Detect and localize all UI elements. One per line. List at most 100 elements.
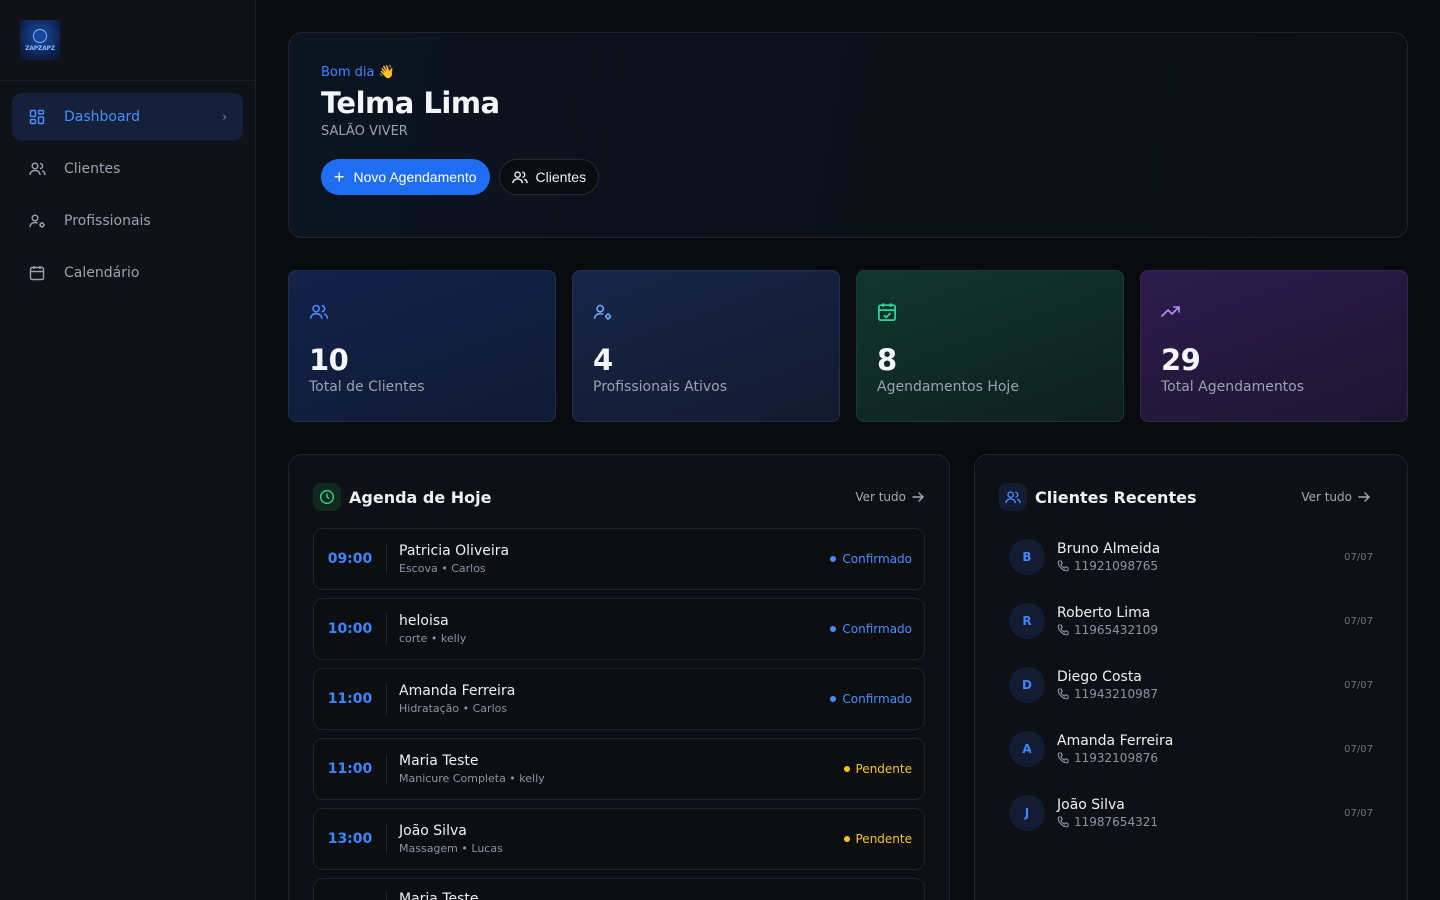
sidebar-item-dashboard[interactable]: Dashboard › (12, 93, 243, 141)
appointment-row[interactable]: 10:00 heloisa corte • kelly Confirmado (313, 598, 925, 660)
client-date: 07/07 (1344, 551, 1373, 563)
appointment-time (314, 891, 387, 900)
stat-card-total-agendamentos[interactable]: 29 Total Agendamentos (1140, 270, 1408, 422)
sidebar-nav: Dashboard › Clientes Profissionais Calen… (0, 81, 255, 313)
appointment-client: João Silva (399, 823, 467, 839)
recent-clients-title: Clientes Recentes (1035, 487, 1197, 507)
client-name: Diego Costa (1057, 669, 1142, 685)
appointment-time: 11:00 (314, 754, 387, 784)
avatar: D (1009, 667, 1045, 703)
clients-button-label: Clientes (535, 169, 587, 185)
phone-icon (1057, 752, 1069, 764)
see-all-label: Ver tudo (855, 490, 906, 504)
stat-value: 29 (1161, 343, 1201, 377)
appointment-row[interactable]: 09:00 Patricia Oliveira Escova • Carlos C… (313, 528, 925, 590)
agenda-header: Agenda de Hoje Ver tudo (313, 483, 925, 511)
stat-card-total-clientes[interactable]: 10 Total de Clientes (288, 270, 556, 422)
sidebar: ZAPZAPZ Dashboard › Clientes Profissiona… (0, 0, 256, 900)
status-badge: Confirmado (830, 552, 912, 566)
appointment-client: Maria Teste (399, 891, 479, 900)
users-icon (309, 301, 535, 323)
appointment-details: Escova • Carlos (399, 562, 486, 575)
sidebar-item-label: Clientes (64, 161, 121, 177)
stat-value: 10 (309, 343, 349, 377)
salon-name: SALÃO VIVER (321, 124, 408, 139)
appointment-client: Maria Teste (399, 753, 479, 769)
sidebar-item-profissionais[interactable]: Profissionais (12, 197, 243, 245)
stat-label: Total de Clientes (309, 379, 425, 395)
client-date: 07/07 (1344, 807, 1373, 819)
recent-clients-panel: Clientes Recentes Ver tudo B Bruno Almei… (974, 454, 1408, 900)
avatar: A (1009, 731, 1045, 767)
list-item[interactable]: J João Silva 11987654321 07/07 (999, 781, 1383, 845)
avatar: R (1009, 603, 1045, 639)
logo-text: ZAPZAPZ (25, 44, 55, 52)
client-list: B Bruno Almeida 11921098765 07/07 R Robe… (999, 525, 1383, 845)
sidebar-item-label: Calendário (64, 265, 140, 281)
list-item[interactable]: D Diego Costa 11943210987 07/07 (999, 653, 1383, 717)
sidebar-item-calendario[interactable]: Calendário (12, 249, 243, 297)
phone-icon (1057, 688, 1069, 700)
agenda-title: Agenda de Hoje (349, 487, 492, 507)
appointment-row[interactable]: Maria Teste (313, 878, 925, 900)
stat-value: 8 (877, 343, 897, 377)
appointment-row[interactable]: 11:00 Amanda Ferreira Hidratação • Carlos… (313, 668, 925, 730)
greeting: Bom dia 👋 (321, 65, 395, 80)
appointment-client: Patricia Oliveira (399, 543, 510, 559)
stat-card-profissionais[interactable]: 4 Profissionais Ativos (572, 270, 840, 422)
users-icon (999, 483, 1027, 511)
status-label: Pendente (855, 762, 913, 776)
status-dot (843, 766, 850, 772)
list-item[interactable]: R Roberto Lima 11965432109 07/07 (999, 589, 1383, 653)
client-name: João Silva (1057, 797, 1125, 813)
stat-label: Agendamentos Hoje (877, 379, 1019, 395)
clients-button[interactable]: Clientes (498, 159, 600, 195)
client-phone: 11943210987 (1074, 687, 1158, 701)
appointment-time: 11:00 (314, 684, 387, 714)
status-badge: Pendente (843, 762, 913, 776)
clock-icon (313, 483, 341, 511)
list-item[interactable]: A Amanda Ferreira 11932109876 07/07 (999, 717, 1383, 781)
avatar: B (1009, 539, 1045, 575)
sidebar-item-label: Dashboard (64, 109, 140, 125)
sidebar-item-clientes[interactable]: Clientes (12, 145, 243, 193)
appointment-details: corte • kelly (399, 632, 467, 645)
stat-label: Total Agendamentos (1161, 379, 1305, 395)
list-item[interactable]: B Bruno Almeida 11921098765 07/07 (999, 525, 1383, 589)
client-phone: 11965432109 (1074, 623, 1158, 637)
client-name: Bruno Almeida (1057, 541, 1161, 557)
phone-icon (1057, 816, 1069, 828)
avatar: J (1009, 795, 1045, 831)
brand-logo[interactable]: ZAPZAPZ (20, 20, 60, 60)
chevron-right-icon: › (222, 110, 227, 124)
client-date: 07/07 (1344, 743, 1373, 755)
new-appointment-label: Novo Agendamento (353, 169, 477, 185)
sidebar-item-label: Profissionais (64, 213, 151, 229)
status-dot (843, 836, 850, 842)
appointment-client: Amanda Ferreira (399, 683, 516, 699)
new-appointment-button[interactable]: + Novo Agendamento (321, 159, 490, 195)
agenda-see-all-link[interactable]: Ver tudo (855, 490, 925, 504)
users-icon (511, 170, 528, 185)
status-dot (830, 626, 837, 632)
user-name: Telma Lima (321, 86, 500, 120)
client-phone: 11987654321 (1074, 815, 1158, 829)
plus-icon: + (334, 167, 345, 187)
status-dot (830, 556, 837, 562)
client-name: Roberto Lima (1057, 605, 1151, 621)
arrow-right-icon (912, 492, 924, 502)
phone-icon (1057, 624, 1069, 636)
appointment-time: 10:00 (314, 614, 387, 644)
phone-icon (1057, 560, 1069, 572)
logo-area: ZAPZAPZ (0, 0, 255, 81)
appointment-row[interactable]: 11:00 Maria Teste Manicure Completa • kel… (313, 738, 925, 800)
client-phone: 11932109876 (1074, 751, 1158, 765)
users-icon (28, 160, 46, 178)
stat-card-agendamentos-hoje[interactable]: 8 Agendamentos Hoje (856, 270, 1124, 422)
hero-actions: + Novo Agendamento Clientes (321, 159, 1375, 195)
recent-see-all-link[interactable]: Ver tudo (1301, 490, 1371, 504)
status-label: Confirmado (842, 622, 912, 636)
trending-up-icon (1161, 301, 1387, 323)
appointment-row[interactable]: 13:00 João Silva Massagem • Lucas Pendent… (313, 808, 925, 870)
status-label: Pendente (855, 832, 913, 846)
